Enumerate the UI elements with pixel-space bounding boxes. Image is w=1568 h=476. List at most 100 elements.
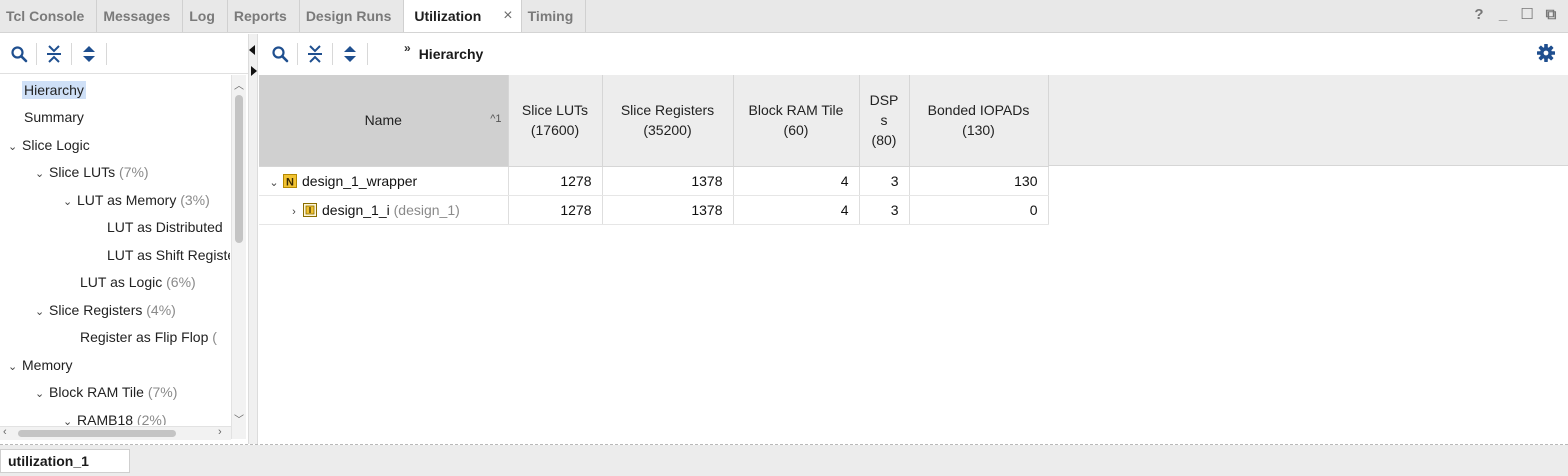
column-header-label: Block RAM Tile <box>748 102 844 119</box>
cell-dsps: 3 <box>859 195 910 225</box>
top-module-icon: N <box>283 173 297 188</box>
toolbar-separator <box>106 42 107 65</box>
collapse-all-icon[interactable] <box>43 43 65 65</box>
table-row[interactable]: ⌄ Ndesign_1_wrapper 1278 1378 4 3 130 <box>259 166 1049 196</box>
tree-item-block-ram-tile[interactable]: ⌄ Block RAM Tile (7%) <box>35 381 177 403</box>
tab-design-runs[interactable]: Design Runs <box>300 0 405 32</box>
chevron-down-icon[interactable]: ⌄ <box>8 136 22 158</box>
tree-item-lut-as-memory[interactable]: ⌄ LUT as Memory (3%) <box>63 189 210 211</box>
tab-reports[interactable]: Reports <box>228 0 300 32</box>
search-icon[interactable] <box>8 43 30 65</box>
column-header-slice-luts[interactable]: Slice LUTs (17600) <box>508 75 603 167</box>
column-header-block-ram-tile[interactable]: Block RAM Tile (60) <box>733 75 860 167</box>
gear-icon[interactable] <box>1536 43 1556 63</box>
expand-right-icon[interactable] <box>251 66 257 76</box>
scroll-up-icon[interactable]: ︿ <box>234 77 244 92</box>
scroll-down-icon[interactable]: ﹀ <box>234 411 244 426</box>
tab-log[interactable]: Log <box>183 0 228 32</box>
table-header-filler <box>1049 75 1568 166</box>
cell-bonded-iopads: 0 <box>909 195 1049 225</box>
tree-item-label: LUT as Distributed <box>107 219 223 235</box>
expand-all-icon[interactable] <box>78 43 100 65</box>
column-header-available: (35200) <box>643 122 692 139</box>
column-header-available: (130) <box>962 122 995 139</box>
close-icon[interactable]: × <box>503 7 512 25</box>
tree-item-percent: (4%) <box>146 302 176 318</box>
cell-block-ram-tile: 4 <box>733 195 860 225</box>
tree-item-percent: (7%) <box>119 164 149 180</box>
column-header-dsps[interactable]: DSP s (80) <box>859 75 910 167</box>
column-header-name[interactable]: Name ^1 <box>259 75 509 167</box>
scrollbar-thumb[interactable] <box>18 430 176 437</box>
tree-item-label: LUT as Shift Register <box>107 247 230 263</box>
utilization-table: Name ^1 Slice LUTs (17600) Slice Registe… <box>259 75 1049 225</box>
scroll-left-icon[interactable]: ‹ <box>3 426 7 438</box>
toolbar-separator <box>367 43 368 65</box>
search-icon[interactable] <box>269 43 291 65</box>
chevron-down-icon[interactable]: ⌄ <box>35 163 49 185</box>
tree-item-percent: (6%) <box>166 274 196 290</box>
toolbar-separator <box>36 42 37 65</box>
tree-item-summary[interactable]: Summary <box>24 106 84 128</box>
tab-tcl-console[interactable]: Tcl Console <box>0 0 98 32</box>
scrollbar-thumb[interactable] <box>235 95 243 243</box>
chevron-down-icon[interactable]: ⌄ <box>35 301 49 323</box>
collapse-left-icon[interactable] <box>249 45 255 55</box>
help-icon[interactable]: ? <box>1472 4 1486 24</box>
sort-ascending-icon[interactable]: ^1 <box>490 109 501 129</box>
scroll-right-icon[interactable]: › <box>218 426 222 438</box>
tab-utilization-1[interactable]: utilization_1 <box>0 449 130 473</box>
chevron-down-icon[interactable]: ⌄ <box>265 176 283 189</box>
column-header-label: Slice Registers <box>620 102 715 119</box>
window-controls: ? _ ☐ ⧉ <box>1472 4 1558 24</box>
tree-horizontal-scrollbar[interactable]: ‹ › <box>0 426 231 440</box>
tree-item-label: Hierarchy <box>22 81 86 99</box>
cell-slice-luts: 1278 <box>508 166 603 196</box>
tree-item-label: Memory <box>22 357 73 373</box>
column-header-bonded-iopads[interactable]: Bonded IOPADs (130) <box>909 75 1049 167</box>
tree-vertical-scrollbar[interactable]: ︿ ﹀ <box>231 75 246 439</box>
tree-item-label: LUT as Memory <box>77 192 177 208</box>
tree-item-slice-luts[interactable]: ⌄ Slice LUTs (7%) <box>35 161 149 183</box>
tree-item-slice-registers[interactable]: ⌄ Slice Registers (4%) <box>35 299 176 321</box>
column-header-label: Name <box>364 112 402 129</box>
breadcrumb-title: Hierarchy <box>418 46 484 62</box>
cell-slice-registers: 1378 <box>602 195 734 225</box>
collapse-all-icon[interactable] <box>304 43 326 65</box>
cell-name[interactable]: › design_1_i (design_1) <box>259 195 509 225</box>
tree-item-ramb18[interactable]: ⌄ RAMB18 (2%) <box>63 409 166 425</box>
tree-item-slice-logic[interactable]: ⌄ Slice Logic <box>8 134 90 156</box>
instance-name: design_1_i <box>322 201 390 218</box>
tree-item-label: Slice LUTs <box>49 164 116 180</box>
tab-utilization[interactable]: Utilization × <box>404 0 522 32</box>
breadcrumb-chevrons-icon[interactable]: » <box>404 41 411 55</box>
toolbar-separator <box>71 42 72 65</box>
maximize-icon[interactable]: ☐ <box>1520 4 1534 24</box>
panel-splitter[interactable] <box>248 34 258 444</box>
tab-timing[interactable]: Timing <box>522 0 587 32</box>
tree-item-register-as-flip-flop[interactable]: Register as Flip Flop ( <box>80 326 217 348</box>
tab-messages[interactable]: Messages <box>97 0 184 32</box>
float-icon[interactable]: ⧉ <box>1544 4 1558 24</box>
tree-item-lut-as-distributed[interactable]: LUT as Distributed <box>107 216 223 238</box>
tree-item-percent: (2%) <box>136 412 167 425</box>
column-header-slice-registers[interactable]: Slice Registers (35200) <box>602 75 734 167</box>
chevron-down-icon[interactable]: ⌄ <box>63 191 77 213</box>
tree-item-label: LUT as Logic <box>80 274 163 290</box>
column-header-label: Bonded IOPADs <box>927 102 1030 119</box>
chevron-down-icon[interactable]: ⌄ <box>63 411 77 425</box>
expand-all-icon[interactable] <box>339 43 361 65</box>
chevron-down-icon[interactable]: ⌄ <box>35 383 49 405</box>
toolbar-separator <box>332 43 333 65</box>
tree-item-label: Summary <box>24 109 84 125</box>
chevron-right-icon[interactable]: › <box>285 206 303 218</box>
tree-item-lut-as-logic[interactable]: LUT as Logic (6%) <box>80 271 196 293</box>
chevron-down-icon[interactable]: ⌄ <box>8 356 22 378</box>
table-row[interactable]: › design_1_i (design_1) 1278 1378 4 3 0 <box>259 195 1049 225</box>
tree-item-lut-as-shift-register[interactable]: LUT as Shift Register <box>107 244 230 266</box>
tree-item-memory[interactable]: ⌄ Memory <box>8 354 73 376</box>
cell-bonded-iopads: 130 <box>909 166 1049 196</box>
tree-item-hierarchy[interactable]: Hierarchy <box>22 79 86 101</box>
minimize-icon[interactable]: _ <box>1496 4 1510 24</box>
cell-name[interactable]: ⌄ Ndesign_1_wrapper <box>259 166 509 196</box>
